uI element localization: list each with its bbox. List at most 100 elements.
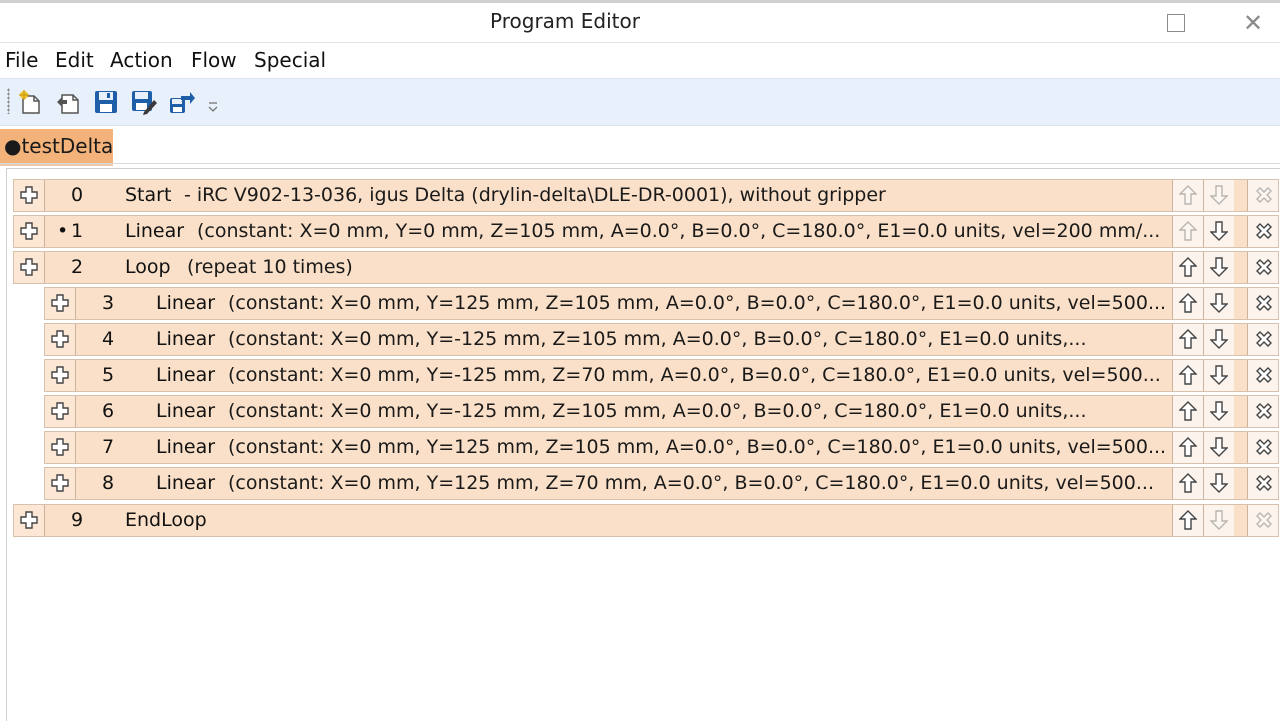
add-line-button[interactable]: [45, 396, 76, 427]
move-down-button[interactable]: [1203, 252, 1234, 283]
menu-file[interactable]: File: [5, 48, 38, 72]
program-line-2[interactable]: 2 Loop (repeat 10 times): [13, 251, 1279, 284]
line-command: Loop: [125, 256, 171, 278]
line-params: (constant: X=0 mm, Y=-125 mm, Z=105 mm, …: [228, 328, 1087, 350]
line-command: Linear: [156, 436, 216, 458]
line-number: 2: [71, 256, 84, 278]
plus-icon: [20, 186, 38, 204]
line-number: 1: [71, 220, 84, 242]
program-line-8[interactable]: 8 Linear (constant: X=0 mm, Y=125 mm, Z=…: [44, 467, 1279, 500]
add-line-button[interactable]: [45, 324, 76, 355]
move-up-button[interactable]: [1172, 288, 1203, 319]
delete-line-button[interactable]: [1247, 180, 1278, 211]
move-down-button[interactable]: [1203, 180, 1234, 211]
line-params: (constant: X=0 mm, Y=0 mm, Z=105 mm, A=0…: [197, 220, 1161, 242]
move-down-button[interactable]: [1203, 468, 1234, 499]
arrow-up-icon: [1179, 257, 1197, 277]
line-number: 5: [102, 364, 115, 386]
add-line-button[interactable]: [14, 252, 45, 283]
delete-icon: [1256, 512, 1272, 528]
delete-line-button[interactable]: [1247, 432, 1278, 463]
add-line-button[interactable]: [14, 180, 45, 211]
program-line-1[interactable]: • 1 Linear (constant: X=0 mm, Y=0 mm, Z=…: [13, 215, 1279, 248]
delete-icon: [1256, 259, 1272, 275]
delete-icon: [1256, 475, 1272, 491]
close-button[interactable]: ✕: [1233, 8, 1273, 38]
move-down-button[interactable]: [1203, 288, 1234, 319]
program-line-3[interactable]: 3 Linear (constant: X=0 mm, Y=125 mm, Z=…: [44, 287, 1279, 320]
move-up-button[interactable]: [1172, 216, 1203, 247]
add-line-button[interactable]: [45, 468, 76, 499]
move-down-button[interactable]: [1203, 216, 1234, 247]
move-down-button[interactable]: [1203, 324, 1234, 355]
save-icon[interactable]: [92, 88, 120, 116]
upload-icon[interactable]: [168, 88, 196, 116]
toolbar-overflow-icon[interactable]: [206, 99, 220, 115]
menu-edit[interactable]: Edit: [55, 48, 94, 72]
line-command: EndLoop: [125, 509, 207, 531]
save-as-icon[interactable]: [130, 88, 158, 116]
line-command: Linear: [156, 400, 216, 422]
menu-bar: File Edit Action Flow Special: [0, 42, 1280, 78]
delete-line-button[interactable]: [1247, 505, 1278, 536]
tab-divider: [0, 163, 1280, 164]
menu-flow[interactable]: Flow: [191, 48, 237, 72]
move-up-button[interactable]: [1172, 396, 1203, 427]
menu-action[interactable]: Action: [110, 48, 173, 72]
arrow-down-icon: [1210, 329, 1228, 349]
program-line-6[interactable]: 6 Linear (constant: X=0 mm, Y=-125 mm, Z…: [44, 395, 1279, 428]
program-editor-panel: 0 Start - iRC V902-13-036, igus Delta (d…: [6, 168, 1280, 721]
menu-special[interactable]: Special: [254, 48, 326, 72]
arrow-up-icon: [1179, 365, 1197, 385]
add-line-button[interactable]: [45, 432, 76, 463]
move-down-button[interactable]: [1203, 505, 1234, 536]
toolbar-grip[interactable]: [7, 88, 10, 114]
move-up-button[interactable]: [1172, 180, 1203, 211]
program-line-4[interactable]: 4 Linear (constant: X=0 mm, Y=-125 mm, Z…: [44, 323, 1279, 356]
move-down-button[interactable]: [1203, 396, 1234, 427]
delete-icon: [1256, 295, 1272, 311]
move-down-button[interactable]: [1203, 432, 1234, 463]
line-params: (constant: X=0 mm, Y=-125 mm, Z=70 mm, A…: [228, 364, 1161, 386]
window-title: Program Editor: [490, 9, 640, 33]
program-line-0[interactable]: 0 Start - iRC V902-13-036, igus Delta (d…: [13, 179, 1279, 212]
delete-line-button[interactable]: [1247, 360, 1278, 391]
move-up-button[interactable]: [1172, 252, 1203, 283]
move-up-button[interactable]: [1172, 468, 1203, 499]
maximize-icon: [1167, 14, 1185, 32]
delete-line-button[interactable]: [1247, 396, 1278, 427]
line-params: (constant: X=0 mm, Y=125 mm, Z=105 mm, A…: [228, 436, 1167, 458]
arrow-down-icon: [1210, 293, 1228, 313]
line-params: - iRC V902-13-036, igus Delta (drylin-de…: [184, 184, 886, 206]
arrow-up-icon: [1179, 329, 1197, 349]
program-line-5[interactable]: 5 Linear (constant: X=0 mm, Y=-125 mm, Z…: [44, 359, 1279, 392]
move-up-button[interactable]: [1172, 324, 1203, 355]
delete-line-button[interactable]: [1247, 324, 1278, 355]
delete-icon: [1256, 187, 1272, 203]
move-down-button[interactable]: [1203, 360, 1234, 391]
close-icon: ✕: [1242, 9, 1264, 37]
delete-icon: [1256, 403, 1272, 419]
program-line-9[interactable]: 9 EndLoop: [13, 504, 1279, 537]
delete-line-button[interactable]: [1247, 216, 1278, 247]
move-up-button[interactable]: [1172, 360, 1203, 391]
add-line-button[interactable]: [14, 216, 45, 247]
add-line-button[interactable]: [14, 505, 45, 536]
delete-line-button[interactable]: [1247, 288, 1278, 319]
arrow-down-icon: [1210, 401, 1228, 421]
delete-icon: [1256, 331, 1272, 347]
delete-line-button[interactable]: [1247, 468, 1278, 499]
open-icon[interactable]: [54, 88, 82, 116]
add-line-button[interactable]: [45, 288, 76, 319]
tab-testdelta[interactable]: ●testDelta: [0, 129, 113, 166]
delete-icon: [1256, 439, 1272, 455]
add-line-button[interactable]: [45, 360, 76, 391]
delete-line-button[interactable]: [1247, 252, 1278, 283]
move-up-button[interactable]: [1172, 505, 1203, 536]
line-command: Linear: [156, 472, 216, 494]
maximize-button[interactable]: [1156, 8, 1196, 38]
new-program-icon[interactable]: [16, 88, 44, 116]
line-command: Linear: [125, 220, 185, 242]
move-up-button[interactable]: [1172, 432, 1203, 463]
program-line-7[interactable]: 7 Linear (constant: X=0 mm, Y=125 mm, Z=…: [44, 431, 1279, 464]
